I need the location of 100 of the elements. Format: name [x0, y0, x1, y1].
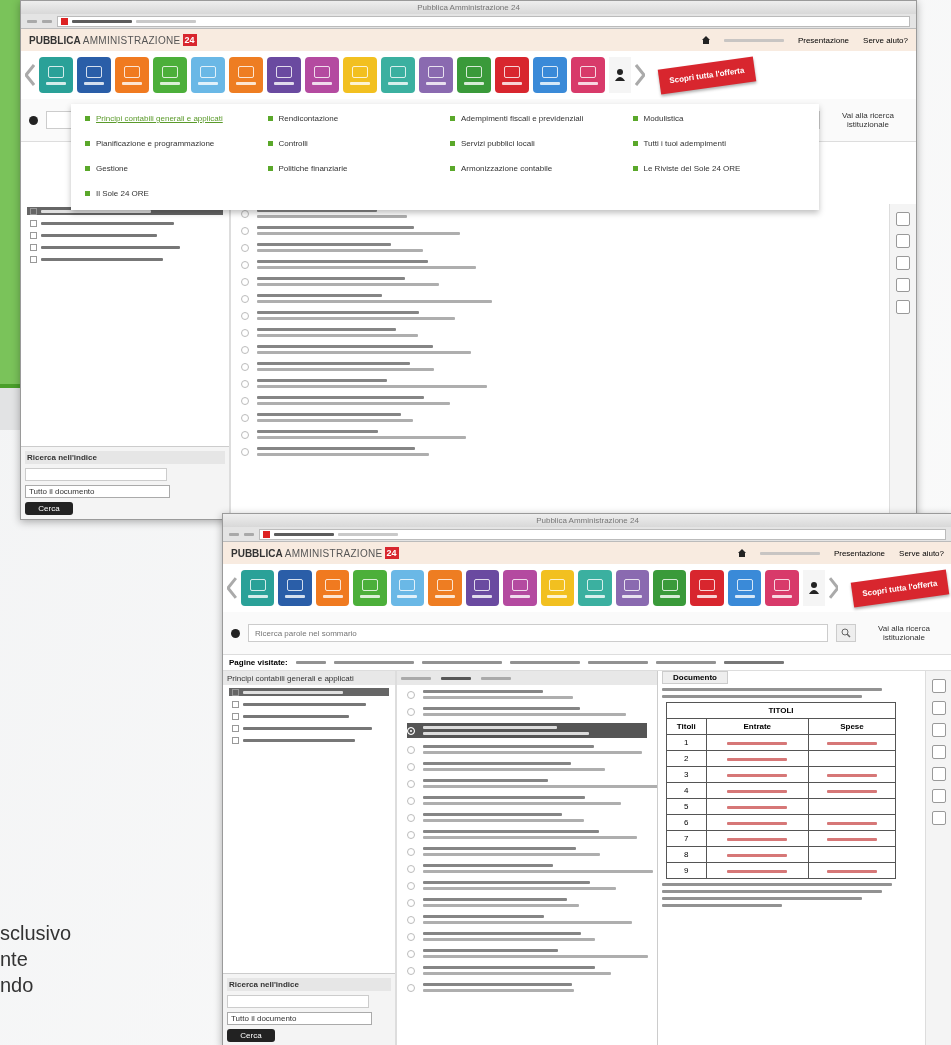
radio-button[interactable] [407, 745, 415, 754]
user-icon[interactable] [609, 57, 631, 93]
address-bar[interactable] [57, 15, 910, 27]
menu-item[interactable]: Le Riviste del Sole 24 ORE [632, 164, 805, 173]
radio-button[interactable] [241, 243, 249, 252]
tool-icon[interactable] [932, 767, 946, 781]
category-tile[interactable] [77, 57, 111, 93]
radio-button[interactable] [407, 864, 415, 873]
keyword-field[interactable] [25, 468, 167, 481]
category-tile[interactable] [727, 570, 762, 606]
menu-item[interactable]: Il Sole 24 ORE [85, 189, 258, 198]
tool-icon[interactable] [896, 300, 910, 314]
menu-item[interactable]: Pianificazione e programmazione [85, 139, 258, 148]
category-tile[interactable] [229, 57, 263, 93]
scope-dropdown[interactable]: Tutto il documento [25, 485, 170, 498]
header-link[interactable]: Presentazione [833, 548, 886, 558]
offer-banner[interactable]: Scopri tutta l'offerta [851, 568, 950, 608]
category-tile[interactable] [381, 57, 415, 93]
menu-item[interactable]: Politiche finanziarie [267, 164, 440, 173]
help-icon[interactable] [231, 628, 240, 638]
home-icon[interactable] [701, 36, 710, 44]
category-tile[interactable] [540, 570, 575, 606]
address-bar[interactable] [259, 528, 946, 540]
category-tile[interactable] [315, 570, 350, 606]
category-tile[interactable] [305, 57, 339, 93]
radio-button[interactable] [407, 779, 415, 788]
tool-icon[interactable] [932, 745, 946, 759]
site-logo[interactable]: PUBBLICA AMMINISTRAZIONE 24 [231, 547, 724, 559]
radio-button[interactable] [407, 966, 415, 975]
category-tile[interactable] [495, 57, 529, 93]
offer-banner[interactable]: Scopri tutta l'offerta [657, 55, 756, 95]
radio-button[interactable] [407, 932, 415, 941]
radio-button[interactable] [407, 830, 415, 839]
category-tile[interactable] [653, 570, 687, 606]
radio-button[interactable] [241, 277, 249, 286]
radio-button[interactable] [241, 447, 249, 456]
help-icon[interactable] [29, 115, 38, 125]
search-field[interactable]: Ricerca parole nel sommario [248, 624, 828, 642]
radio-button[interactable] [407, 707, 415, 716]
radio-button[interactable] [407, 847, 415, 856]
tool-icon[interactable] [896, 278, 910, 292]
radio-button[interactable] [241, 294, 249, 303]
document-tab[interactable]: Documento [662, 671, 728, 684]
tool-icon[interactable] [932, 679, 946, 693]
category-tile[interactable] [153, 57, 187, 93]
radio-button[interactable] [241, 328, 249, 337]
category-tile[interactable] [690, 570, 724, 606]
radio-button[interactable] [407, 898, 415, 907]
search-button[interactable]: Cerca [227, 1029, 275, 1042]
category-tile[interactable] [765, 570, 799, 606]
radio-button[interactable] [241, 430, 249, 439]
home-icon[interactable] [737, 549, 746, 557]
tool-icon[interactable] [932, 789, 946, 803]
tool-icon[interactable] [896, 256, 910, 270]
scope-dropdown[interactable]: Tutto il documento [227, 1012, 372, 1025]
category-tile[interactable] [240, 570, 275, 606]
radio-button[interactable] [407, 813, 415, 822]
menu-item[interactable]: Gestione [85, 164, 258, 173]
category-tile[interactable] [457, 57, 491, 93]
menu-item[interactable]: Tutti i tuoi adempimenti [632, 139, 805, 148]
header-link[interactable]: Serve aiuto? [899, 548, 944, 558]
search-icon[interactable] [836, 624, 856, 642]
tool-icon[interactable] [932, 723, 946, 737]
category-tile[interactable] [39, 57, 73, 93]
menu-item[interactable]: Rendicontazione [267, 114, 440, 123]
category-tile[interactable] [115, 57, 149, 93]
tree-item[interactable] [229, 688, 389, 696]
radio-button[interactable] [407, 881, 415, 890]
category-tile[interactable] [278, 570, 312, 606]
radio-button[interactable] [407, 796, 415, 805]
radio-button[interactable] [241, 311, 249, 320]
menu-item[interactable]: Armonizzazione contabile [450, 164, 623, 173]
category-tile[interactable] [503, 570, 537, 606]
tree-item[interactable] [27, 207, 223, 215]
radio-button[interactable] [241, 209, 249, 218]
menu-item[interactable]: Controlli [267, 139, 440, 148]
category-tile[interactable] [191, 57, 225, 93]
radio-button[interactable] [241, 345, 249, 354]
radio-button[interactable] [241, 413, 249, 422]
category-tile[interactable] [343, 57, 377, 93]
category-tile[interactable] [390, 570, 425, 606]
header-link[interactable]: Presentazione [797, 35, 850, 45]
category-tile[interactable] [353, 570, 387, 606]
institutional-link[interactable]: Vai alla ricerca istituzionale [864, 624, 944, 642]
menu-item[interactable]: Modulistica [632, 114, 805, 123]
tool-icon[interactable] [896, 234, 910, 248]
category-tile[interactable] [615, 570, 649, 606]
radio-button[interactable] [241, 260, 249, 269]
category-tile[interactable] [465, 570, 500, 606]
category-tile[interactable] [419, 57, 453, 93]
tool-icon[interactable] [932, 701, 946, 715]
menu-item[interactable]: Principi contabili generali e applicati [85, 114, 258, 123]
site-logo[interactable]: PUBBLICA AMMINISTRAZIONE 24 [29, 34, 688, 46]
tool-icon[interactable] [932, 811, 946, 825]
radio-button[interactable] [241, 362, 249, 371]
radio-button[interactable] [241, 226, 249, 235]
radio-button[interactable] [407, 690, 415, 699]
tool-icon[interactable] [896, 212, 910, 226]
institutional-link[interactable]: Vai alla ricerca istituzionale [828, 111, 908, 129]
category-tile[interactable] [428, 570, 462, 606]
